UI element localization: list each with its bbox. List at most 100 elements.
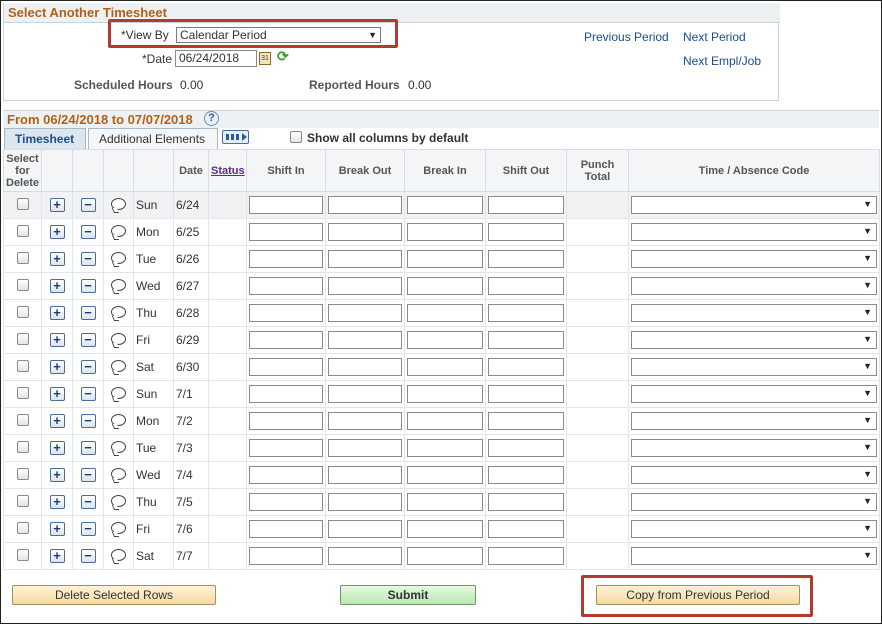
break-out-input[interactable] xyxy=(328,304,402,322)
add-row-icon[interactable]: + xyxy=(49,414,65,428)
break-out-input[interactable] xyxy=(328,358,402,376)
comment-icon[interactable] xyxy=(111,197,126,210)
select-for-delete-checkbox[interactable] xyxy=(16,197,29,210)
break-out-input[interactable] xyxy=(328,277,402,295)
break-in-input[interactable] xyxy=(407,331,483,349)
shift-out-input[interactable] xyxy=(488,466,564,484)
refresh-icon[interactable]: ⟳ xyxy=(277,48,289,65)
break-in-input[interactable] xyxy=(407,250,483,268)
remove-row-icon[interactable]: − xyxy=(80,522,96,536)
time-absence-code-select[interactable]: ▼ xyxy=(631,196,877,214)
comment-icon[interactable] xyxy=(111,278,126,291)
break-out-input[interactable] xyxy=(328,331,402,349)
select-for-delete-checkbox[interactable] xyxy=(16,278,29,291)
shift-in-input[interactable] xyxy=(249,250,323,268)
shift-out-input[interactable] xyxy=(488,493,564,511)
break-in-input[interactable] xyxy=(407,547,483,565)
time-absence-code-select[interactable]: ▼ xyxy=(631,331,877,349)
add-row-icon[interactable]: + xyxy=(49,225,65,239)
add-row-icon[interactable]: + xyxy=(49,468,65,482)
time-absence-code-select[interactable]: ▼ xyxy=(631,277,877,295)
comment-icon[interactable] xyxy=(111,224,126,237)
add-row-icon[interactable]: + xyxy=(49,495,65,509)
break-out-input[interactable] xyxy=(328,223,402,241)
break-in-input[interactable] xyxy=(407,223,483,241)
add-row-icon[interactable]: + xyxy=(49,252,65,266)
break-in-input[interactable] xyxy=(407,277,483,295)
next-empl-job-link[interactable]: Next Empl/Job xyxy=(683,54,761,68)
select-for-delete-checkbox[interactable] xyxy=(16,386,29,399)
tab-timesheet[interactable]: Timesheet xyxy=(4,128,86,149)
comment-icon[interactable] xyxy=(111,548,126,561)
select-for-delete-checkbox[interactable] xyxy=(16,467,29,480)
remove-row-icon[interactable]: − xyxy=(80,360,96,374)
shift-in-input[interactable] xyxy=(249,304,323,322)
next-period-link[interactable]: Next Period xyxy=(683,30,746,44)
shift-out-input[interactable] xyxy=(488,547,564,565)
break-in-input[interactable] xyxy=(407,466,483,484)
shift-out-input[interactable] xyxy=(488,250,564,268)
add-row-icon[interactable]: + xyxy=(49,387,65,401)
time-absence-code-select[interactable]: ▼ xyxy=(631,493,877,511)
previous-period-link[interactable]: Previous Period xyxy=(584,30,669,44)
break-out-input[interactable] xyxy=(328,385,402,403)
add-row-icon[interactable]: + xyxy=(49,198,65,212)
remove-row-icon[interactable]: − xyxy=(80,441,96,455)
shift-out-input[interactable] xyxy=(488,223,564,241)
select-for-delete-checkbox[interactable] xyxy=(16,548,29,561)
shift-out-input[interactable] xyxy=(488,277,564,295)
show-all-columns-checkbox[interactable] xyxy=(290,131,302,143)
break-in-input[interactable] xyxy=(407,493,483,511)
remove-row-icon[interactable]: − xyxy=(80,468,96,482)
select-for-delete-checkbox[interactable] xyxy=(16,440,29,453)
break-out-input[interactable] xyxy=(328,493,402,511)
comment-icon[interactable] xyxy=(111,440,126,453)
comment-icon[interactable] xyxy=(111,359,126,372)
shift-out-input[interactable] xyxy=(488,412,564,430)
shift-out-input[interactable] xyxy=(488,439,564,457)
break-in-input[interactable] xyxy=(407,196,483,214)
time-absence-code-select[interactable]: ▼ xyxy=(631,520,877,538)
select-for-delete-checkbox[interactable] xyxy=(16,251,29,264)
time-absence-code-select[interactable]: ▼ xyxy=(631,412,877,430)
break-out-input[interactable] xyxy=(328,250,402,268)
time-absence-code-select[interactable]: ▼ xyxy=(631,250,877,268)
remove-row-icon[interactable]: − xyxy=(80,333,96,347)
remove-row-icon[interactable]: − xyxy=(80,495,96,509)
shift-in-input[interactable] xyxy=(249,223,323,241)
comment-icon[interactable] xyxy=(111,413,126,426)
comment-icon[interactable] xyxy=(111,386,126,399)
grid-columns-icon[interactable] xyxy=(222,130,249,144)
remove-row-icon[interactable]: − xyxy=(80,414,96,428)
submit-button[interactable]: Submit xyxy=(340,585,476,605)
break-out-input[interactable] xyxy=(328,520,402,538)
break-out-input[interactable] xyxy=(328,412,402,430)
select-for-delete-checkbox[interactable] xyxy=(16,332,29,345)
add-row-icon[interactable]: + xyxy=(49,522,65,536)
remove-row-icon[interactable]: − xyxy=(80,549,96,563)
time-absence-code-select[interactable]: ▼ xyxy=(631,358,877,376)
help-icon[interactable]: ? xyxy=(204,111,219,126)
time-absence-code-select[interactable]: ▼ xyxy=(631,466,877,484)
break-in-input[interactable] xyxy=(407,520,483,538)
select-for-delete-checkbox[interactable] xyxy=(16,521,29,534)
calendar-icon[interactable]: 31 xyxy=(259,52,271,65)
comment-icon[interactable] xyxy=(111,251,126,264)
add-row-icon[interactable]: + xyxy=(49,279,65,293)
select-for-delete-checkbox[interactable] xyxy=(16,359,29,372)
shift-out-input[interactable] xyxy=(488,358,564,376)
comment-icon[interactable] xyxy=(111,332,126,345)
shift-in-input[interactable] xyxy=(249,358,323,376)
remove-row-icon[interactable]: − xyxy=(80,387,96,401)
break-in-input[interactable] xyxy=(407,412,483,430)
select-for-delete-checkbox[interactable] xyxy=(16,413,29,426)
time-absence-code-select[interactable]: ▼ xyxy=(631,223,877,241)
shift-out-input[interactable] xyxy=(488,520,564,538)
select-for-delete-checkbox[interactable] xyxy=(16,305,29,318)
break-out-input[interactable] xyxy=(328,196,402,214)
break-in-input[interactable] xyxy=(407,439,483,457)
break-out-input[interactable] xyxy=(328,547,402,565)
add-row-icon[interactable]: + xyxy=(49,333,65,347)
shift-in-input[interactable] xyxy=(249,412,323,430)
shift-out-input[interactable] xyxy=(488,304,564,322)
